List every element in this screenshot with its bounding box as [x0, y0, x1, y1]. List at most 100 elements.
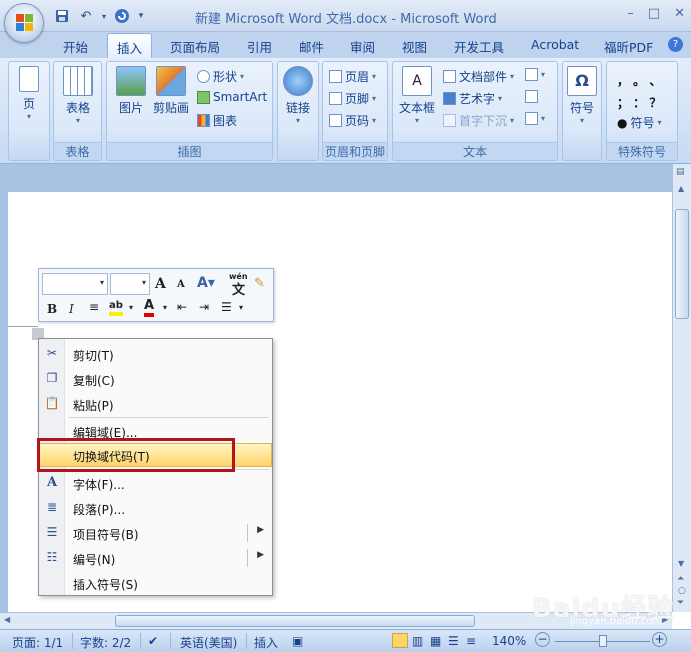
- group-links: 链接 ▾: [277, 61, 319, 161]
- zoom-in-icon[interactable]: +: [652, 632, 667, 647]
- tab-insert[interactable]: 插入: [107, 33, 153, 58]
- font-size-combo[interactable]: ▾: [110, 273, 150, 295]
- page-number-button[interactable]: 页码 ▾: [329, 112, 376, 129]
- tab-home[interactable]: 开始: [63, 37, 88, 56]
- outline-view-icon[interactable]: ☰: [448, 634, 459, 648]
- increase-indent-icon[interactable]: ⇥: [199, 300, 209, 314]
- status-language[interactable]: 英语(美国): [180, 634, 237, 651]
- italic-button[interactable]: I: [69, 302, 74, 316]
- zoom-level[interactable]: 140%: [492, 634, 526, 648]
- special-symbol-button[interactable]: ● 符号 ▾: [617, 114, 662, 131]
- prev-page-icon[interactable]: ⏶: [677, 574, 684, 584]
- date-time-button[interactable]: [525, 90, 538, 103]
- dropcap-button[interactable]: 首字下沉 ▾: [443, 112, 514, 129]
- chevron-down-icon[interactable]: ▾: [239, 303, 243, 312]
- customize-qat-icon[interactable]: ▾: [136, 7, 146, 25]
- wordart-button[interactable]: 艺术字 ▾: [443, 90, 502, 107]
- menu-font[interactable]: A 字体(F)...: [39, 471, 272, 495]
- signature-line-button[interactable]: ▾: [525, 68, 545, 81]
- proofing-icon[interactable]: ✔: [148, 634, 158, 648]
- table-button[interactable]: 表格 ▾: [58, 66, 98, 125]
- print-layout-view-icon[interactable]: [392, 633, 408, 648]
- center-align-icon[interactable]: ≡: [89, 300, 99, 314]
- chevron-down-icon[interactable]: ▾: [163, 303, 167, 312]
- menu-separator: [69, 417, 269, 418]
- menu-numbering[interactable]: ☷ 编号(N) ▶: [39, 546, 272, 570]
- textbox-button[interactable]: A 文本框 ▾: [397, 66, 437, 125]
- tab-mailings[interactable]: 邮件: [299, 37, 324, 56]
- tab-developer[interactable]: 开发工具: [454, 37, 504, 56]
- web-layout-view-icon[interactable]: ▦: [430, 634, 441, 648]
- clipart-button[interactable]: 剪贴画: [151, 66, 191, 116]
- horizontal-scroll-thumb[interactable]: [115, 615, 475, 627]
- tab-acrobat[interactable]: Acrobat: [531, 37, 579, 52]
- scroll-up-icon[interactable]: ▲: [678, 184, 684, 193]
- vertical-scrollbar[interactable]: ▤ ▲ ▼ ⏶ ○ ⏷: [672, 164, 691, 612]
- quickparts-icon: [443, 70, 456, 83]
- scroll-left-icon[interactable]: ◀: [4, 615, 10, 624]
- full-screen-view-icon[interactable]: ▥: [412, 634, 423, 648]
- tab-foxit-pdf[interactable]: 福昕PDF: [604, 37, 653, 56]
- chart-button[interactable]: 图表: [197, 112, 237, 129]
- zoom-slider-thumb[interactable]: [599, 635, 607, 647]
- maximize-button[interactable]: □: [648, 6, 660, 21]
- office-button[interactable]: [4, 3, 44, 43]
- table-label: 表格: [65, 101, 90, 115]
- font-color-icon[interactable]: A: [144, 299, 155, 317]
- chevron-down-icon[interactable]: ▾: [100, 7, 108, 25]
- browse-object-icon[interactable]: ○: [678, 586, 686, 596]
- menu-numbering-label: 编号(N): [73, 553, 116, 567]
- minimize-button[interactable]: –: [627, 6, 634, 21]
- pages-button[interactable]: 页 ▾: [14, 66, 44, 121]
- help-icon[interactable]: ?: [668, 37, 683, 52]
- menu-cut[interactable]: ✂ 剪切(T): [39, 342, 272, 366]
- draft-view-icon[interactable]: ≡: [466, 634, 476, 648]
- next-page-icon[interactable]: ⏷: [677, 598, 684, 608]
- status-page[interactable]: 页面: 1/1: [12, 634, 63, 651]
- status-bar: 页面: 1/1 字数: 2/2 ✔ 英语(美国) 插入 ▣ ▥ ▦ ☰ ≡ 14…: [0, 629, 691, 652]
- status-mode[interactable]: 插入: [254, 634, 278, 651]
- status-words[interactable]: 字数: 2/2: [80, 634, 131, 651]
- macro-record-icon[interactable]: ▣: [292, 634, 303, 648]
- decrease-indent-icon[interactable]: ⇤: [177, 300, 187, 314]
- font-name-combo[interactable]: ▾: [42, 273, 108, 295]
- menu-insert-symbol[interactable]: 插入符号(S): [39, 571, 272, 595]
- format-painter-icon[interactable]: ✎: [254, 276, 265, 291]
- bullets-icon[interactable]: ☰: [221, 300, 232, 314]
- grow-font-button[interactable]: A: [155, 276, 166, 292]
- header-button[interactable]: 页眉 ▾: [329, 68, 376, 85]
- chevron-down-icon[interactable]: ▾: [129, 303, 133, 312]
- object-icon: [525, 112, 538, 125]
- tab-review[interactable]: 审阅: [350, 37, 375, 56]
- scroll-down-icon[interactable]: ▼: [678, 559, 684, 568]
- zoom-out-icon[interactable]: −: [535, 632, 550, 647]
- bold-button[interactable]: B: [47, 302, 57, 316]
- links-button[interactable]: 链接 ▾: [282, 66, 314, 125]
- special-punct-row1[interactable]: ， 。 、: [617, 72, 661, 89]
- menu-copy[interactable]: ❐ 复制(C): [39, 367, 272, 391]
- smartart-button[interactable]: SmartArt: [197, 90, 267, 104]
- styles-icon[interactable]: A▾: [197, 275, 215, 291]
- group-special-symbols: ， 。 、 ； ： ？ ● 符号 ▾ 特殊符号: [606, 61, 678, 161]
- menu-paste[interactable]: 📋 粘贴(P): [39, 392, 272, 416]
- symbol-button[interactable]: Ω 符号 ▾: [567, 66, 597, 125]
- footer-button[interactable]: 页脚 ▾: [329, 90, 376, 107]
- vertical-scroll-thumb[interactable]: [675, 209, 689, 319]
- tab-references[interactable]: 引用: [247, 37, 272, 56]
- menu-paragraph[interactable]: ≣ 段落(P)...: [39, 496, 272, 520]
- object-button[interactable]: ▾: [525, 112, 545, 125]
- picture-button[interactable]: 图片: [113, 66, 149, 116]
- ruler-toggle-icon[interactable]: ▤: [676, 167, 685, 177]
- menu-bullets[interactable]: ☰ 项目符号(B) ▶: [39, 521, 272, 545]
- shapes-button[interactable]: 形状 ▾: [197, 68, 244, 85]
- undo-icon[interactable]: ↶: [76, 7, 96, 25]
- tab-view[interactable]: 视图: [402, 37, 427, 56]
- shrink-font-button[interactable]: A: [177, 279, 185, 290]
- close-button[interactable]: ✕: [674, 6, 685, 21]
- highlight-icon[interactable]: ab: [109, 300, 123, 316]
- special-punct-row2[interactable]: ； ： ？: [617, 94, 661, 111]
- redo-icon[interactable]: [112, 7, 132, 25]
- save-icon[interactable]: [52, 7, 72, 25]
- quickparts-button[interactable]: 文档部件 ▾: [443, 68, 514, 85]
- tab-page-layout[interactable]: 页面布局: [170, 37, 220, 56]
